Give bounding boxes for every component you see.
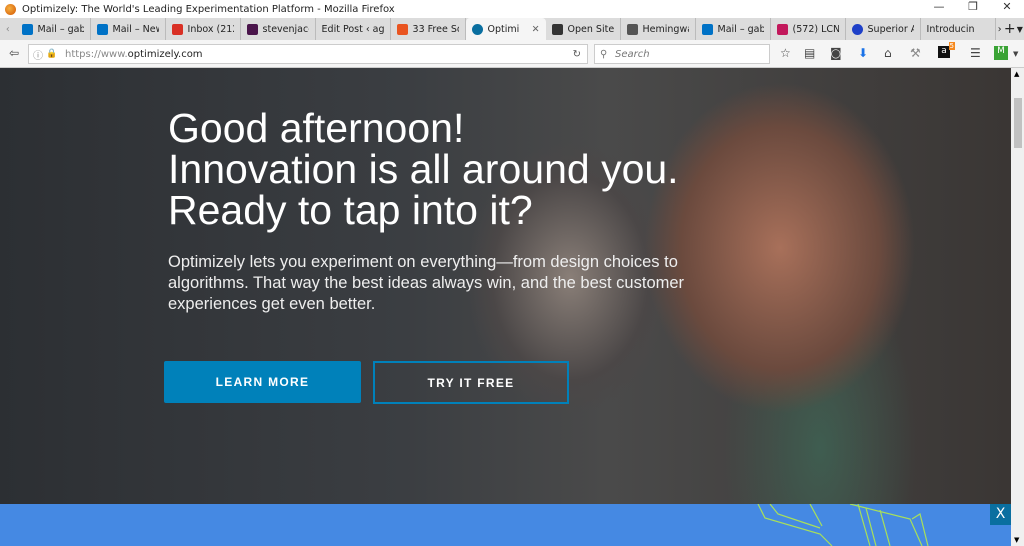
firefox-icon [5, 3, 16, 15]
tab[interactable]: Mail – gabr [16, 18, 91, 40]
slack-icon [246, 23, 258, 35]
scrollbar-thumb[interactable] [1014, 98, 1022, 148]
gmail-icon [171, 23, 183, 35]
url-prefix: https://www. [65, 48, 128, 60]
lcn-icon [776, 23, 788, 35]
tab-label: Introducin [926, 23, 975, 35]
nav-toolbar: ⇦ ⓘ 🔒 https://www. optimizely.com ↻ ⚲ Sea… [0, 40, 1024, 68]
tab[interactable]: stevenjacol [241, 18, 316, 40]
tab[interactable]: Open Site E [546, 18, 621, 40]
shield-extension-icon[interactable]: M [994, 46, 1008, 60]
amazon-icon[interactable]: a5 [938, 42, 955, 58]
scroll-tabs-right-button[interactable]: › [996, 24, 1004, 35]
bookmarks-list-icon[interactable]: ▤ [804, 46, 815, 60]
tab-label: Inbox (212) [187, 23, 234, 35]
list-tabs-button[interactable]: ▼ [1016, 25, 1024, 34]
tab-label: Open Site E [567, 23, 614, 35]
tab[interactable]: Edit Post ‹ agen [316, 18, 391, 40]
lock-warning-icon[interactable]: 🔒 [46, 49, 57, 59]
scroll-down-icon[interactable]: ▼ [1014, 536, 1019, 544]
hemingway-icon [626, 23, 638, 35]
tab[interactable]: Mail – New [91, 18, 166, 40]
minimize-button[interactable]: — [922, 0, 956, 13]
tab[interactable]: Optimi ✕ [465, 18, 546, 40]
url-domain: optimizely.com [127, 48, 203, 60]
new-tab-button[interactable]: + [1004, 21, 1016, 37]
close-window-button[interactable]: ✕ [990, 0, 1024, 13]
search-placeholder: Search [615, 48, 650, 60]
search-input[interactable]: ⚲ Search [594, 44, 770, 64]
menu-icon[interactable]: ☰ [970, 46, 981, 60]
try-it-free-button[interactable]: TRY IT FREE [373, 361, 569, 404]
tab[interactable]: Superior Au [846, 18, 921, 40]
extension-icon[interactable]: ⚒ [910, 46, 921, 60]
hero-body: Optimizely lets you experiment on everyt… [168, 253, 685, 313]
tab-label: Mail – gabr [717, 23, 764, 35]
hero-headline: Good afternoon! Innovation is all around… [168, 105, 679, 233]
outlook-icon [21, 23, 33, 35]
outlook-icon [96, 23, 108, 35]
tab-label: Edit Post ‹ agen [321, 23, 384, 35]
tab[interactable]: Inbox (212) [166, 18, 241, 40]
back-button[interactable]: ⇦ [9, 46, 19, 60]
restore-button[interactable]: ❐ [956, 0, 990, 13]
close-banner-button[interactable]: X [990, 504, 1011, 525]
outlook-icon [701, 23, 713, 35]
tab-label: (572) LCN V [792, 23, 839, 35]
url-bar[interactable]: ⓘ 🔒 https://www. optimizely.com ↻ [28, 44, 588, 64]
close-tab-icon[interactable]: ✕ [532, 24, 540, 35]
tab[interactable]: Hemingwa [621, 18, 696, 40]
moz-icon [551, 23, 563, 35]
tab[interactable]: Introducin [921, 18, 996, 40]
globe-icon [851, 23, 863, 35]
window-title: Optimizely: The World's Leading Experime… [22, 3, 395, 15]
promo-banner: X [0, 504, 1011, 546]
window-titlebar: Optimizely: The World's Leading Experime… [0, 0, 1024, 18]
banner-graphic [757, 504, 929, 546]
info-icon[interactable]: ⓘ [33, 47, 43, 62]
bookmark-star-icon[interactable]: ☆ [780, 46, 791, 60]
tab-label: Optimi [487, 23, 520, 35]
tab[interactable]: 33 Free Soc [391, 18, 466, 40]
tab-label: stevenjacol [262, 23, 309, 35]
tab-label: Hemingwa [642, 23, 689, 35]
page-scrollbar[interactable]: ▲ ▼ [1011, 68, 1024, 546]
optimizely-icon [471, 23, 483, 35]
tab-label: Superior Au [867, 23, 914, 35]
scroll-up-icon[interactable]: ▲ [1014, 70, 1019, 78]
home-icon[interactable]: ⌂ [884, 46, 892, 60]
search-icon: ⚲ [600, 48, 608, 60]
tab-strip: ‹ Mail – gabr Mail – New Inbox (212) steven… [0, 18, 1024, 40]
learn-more-button[interactable]: LEARN MORE [164, 361, 361, 403]
tab[interactable]: (572) LCN V [771, 18, 846, 40]
pocket-icon[interactable]: ◙ [830, 46, 842, 60]
tab-label: Mail – gabr [37, 23, 84, 35]
ubuntu-icon [396, 23, 408, 35]
reload-button[interactable]: ↻ [573, 49, 581, 60]
hero-section: Good afternoon! Innovation is all around… [0, 68, 1011, 504]
tab-label: 33 Free Soc [412, 23, 459, 35]
tab[interactable]: Mail – gabr [696, 18, 771, 40]
tab-label: Mail – New [112, 23, 159, 35]
downloads-icon[interactable]: ⬇ [858, 46, 868, 60]
extension-dropdown-icon[interactable]: ▼ [1013, 50, 1018, 58]
scroll-tabs-left-button[interactable]: ‹ [0, 24, 16, 35]
